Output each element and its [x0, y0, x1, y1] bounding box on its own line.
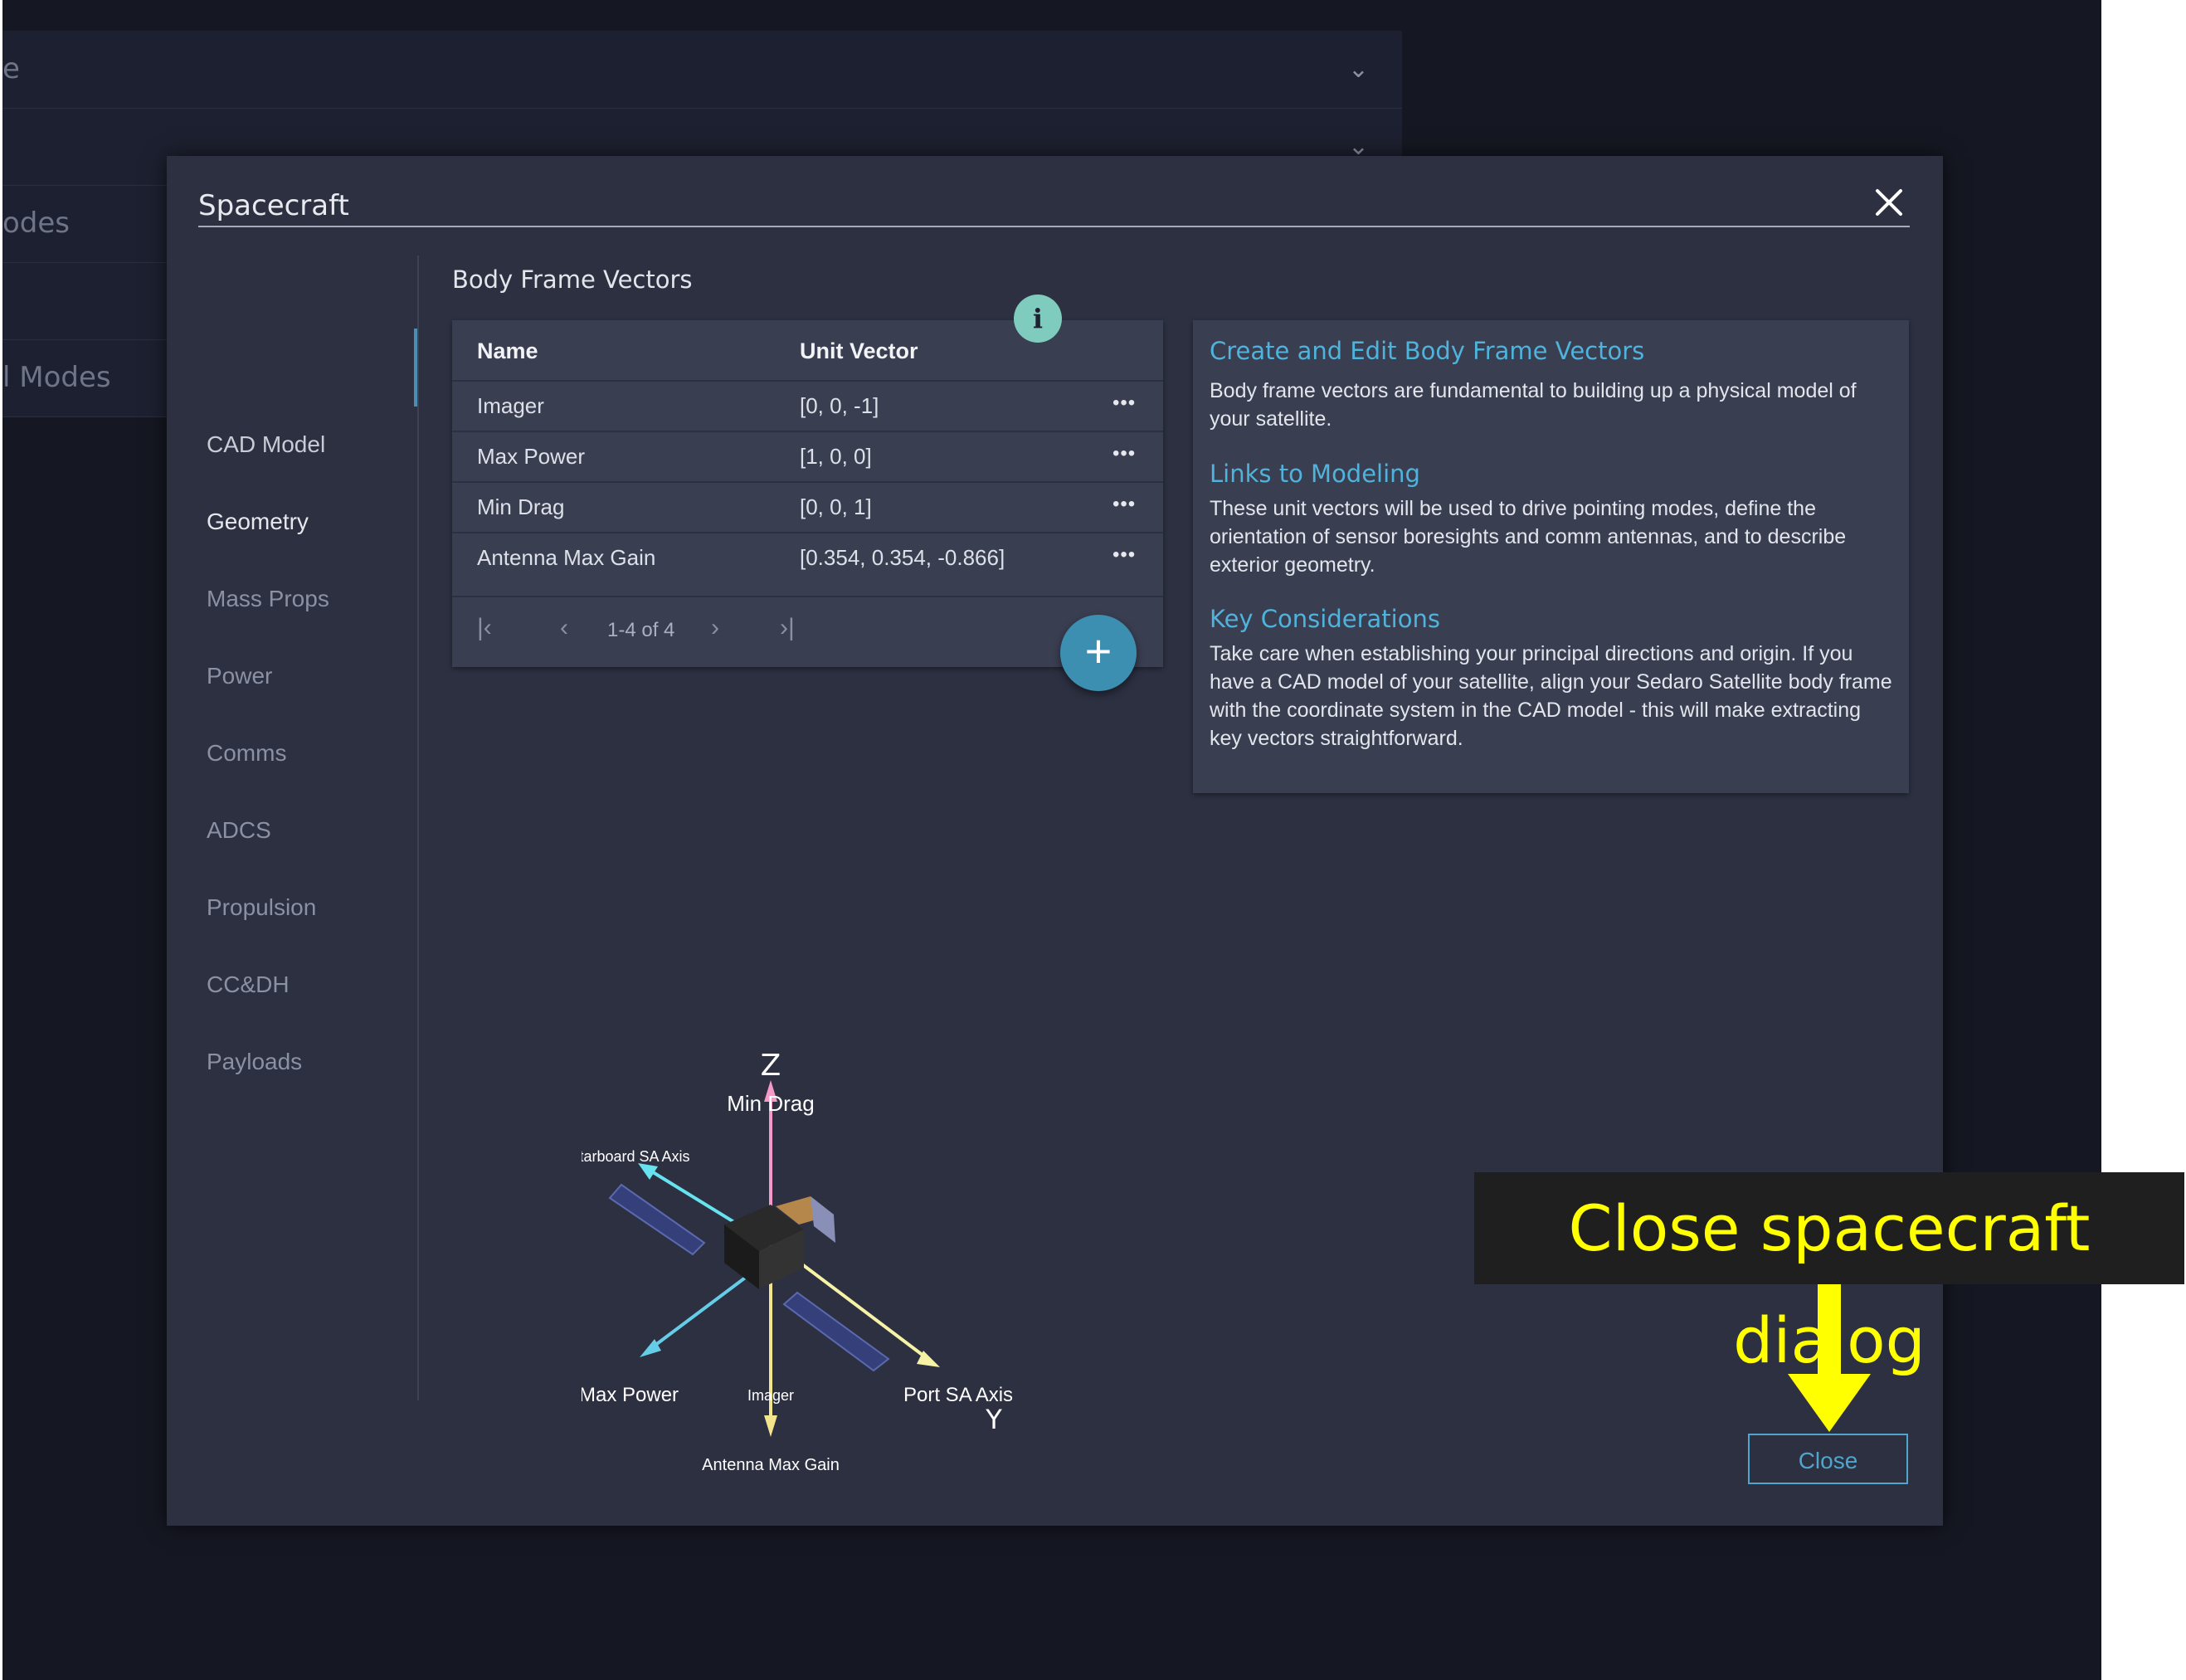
- sidebar-item-ccdh[interactable]: CC&DH: [207, 971, 290, 998]
- nav-divider: [417, 256, 419, 1400]
- background-row[interactable]: e ⌄: [2, 31, 1402, 109]
- table-row[interactable]: Imager [0, 0, -1] •••: [452, 380, 1163, 432]
- section-title: Body Frame Vectors: [452, 265, 693, 294]
- min-drag-label: Min Drag: [727, 1091, 814, 1116]
- body-frame-diagram: Z Min Drag Starboard SA Axis Max Power X…: [582, 1049, 1013, 1474]
- more-options-icon[interactable]: •••: [1112, 392, 1136, 415]
- row-name: Imager: [477, 393, 544, 418]
- antenna-max-gain-label: Antenna Max Gain: [702, 1456, 840, 1474]
- spacecraft-dialog: Spacecraft CAD Model Geometry Mass Props…: [167, 156, 1943, 1526]
- more-options-icon[interactable]: •••: [1112, 493, 1136, 516]
- row-vector: [0, 0, -1]: [800, 393, 879, 418]
- info-card: Create and Edit Body Frame Vectors Body …: [1193, 320, 1909, 793]
- sidebar-item-payloads[interactable]: Payloads: [207, 1049, 302, 1075]
- background-row-label: e: [2, 52, 20, 85]
- sidebar-item-adcs[interactable]: ADCS: [207, 817, 271, 844]
- row-vector: [1, 0, 0]: [800, 444, 872, 469]
- sidebar-item-cad-model[interactable]: CAD Model: [207, 431, 325, 458]
- row-name: Max Power: [477, 444, 586, 469]
- annotation-arrow-icon: [1788, 1284, 1871, 1432]
- row-name: Min Drag: [477, 494, 565, 519]
- table-row[interactable]: Antenna Max Gain [0.354, 0.354, -0.866] …: [452, 532, 1163, 584]
- body-frame-vectors-table: Name Unit Vector Imager [0, 0, -1] ••• M…: [452, 320, 1163, 667]
- more-options-icon[interactable]: •••: [1112, 543, 1136, 567]
- first-page-icon[interactable]: |‹: [477, 614, 492, 642]
- sidebar-item-propulsion[interactable]: Propulsion: [207, 894, 316, 921]
- table-row[interactable]: Max Power [1, 0, 0] •••: [452, 431, 1163, 483]
- axis-z-label: Z: [761, 1049, 781, 1083]
- close-icon[interactable]: [1871, 184, 1907, 221]
- pagination-label: 1-4 of 4: [607, 619, 675, 641]
- row-vector: [0, 0, 1]: [800, 494, 872, 519]
- sidebar-item-comms[interactable]: Comms: [207, 740, 286, 767]
- info-text: These unit vectors will be used to drive…: [1210, 497, 1847, 577]
- next-page-icon[interactable]: ›: [711, 614, 719, 642]
- info-text: Body frame vectors are fundamental to bu…: [1210, 379, 1857, 431]
- sidebar-nav: CAD Model Geometry Mass Props Power Comm…: [167, 256, 417, 1400]
- info-heading: Links to Modeling: [1210, 460, 1420, 488]
- starboard-sa-axis-label: Starboard SA Axis: [582, 1148, 690, 1165]
- close-button[interactable]: Close: [1748, 1434, 1908, 1484]
- info-text: Take care when establishing your princip…: [1210, 642, 1892, 750]
- dialog-title: Spacecraft: [198, 189, 349, 222]
- row-name: Antenna Max Gain: [477, 545, 656, 570]
- sidebar-item-power[interactable]: Power: [207, 663, 272, 689]
- background-row-label: l Modes: [2, 361, 111, 394]
- row-vector: [0.354, 0.354, -0.866]: [800, 545, 1005, 570]
- column-header-name[interactable]: Name: [477, 338, 538, 364]
- port-sa-axis-label: Port SA Axis: [903, 1384, 1013, 1406]
- axis-y-label: Y: [985, 1404, 1002, 1435]
- last-page-icon[interactable]: ›|: [780, 614, 795, 642]
- pagination: |‹ ‹ 1-4 of 4 › ›|: [452, 596, 1163, 669]
- prev-page-icon[interactable]: ‹: [560, 614, 568, 642]
- max-power-label: Max Power: [582, 1384, 679, 1406]
- info-heading: Create and Edit Body Frame Vectors: [1210, 337, 1645, 365]
- background-row-label: odes: [2, 207, 71, 240]
- title-divider: [198, 226, 1910, 227]
- annotation-box: Close spacecraft dialog: [1474, 1172, 2184, 1377]
- info-icon[interactable]: i: [1014, 295, 1062, 343]
- imager-label: Imager: [747, 1387, 794, 1404]
- annotation-text: Close spacecraft dialog: [1568, 1191, 2091, 1377]
- sidebar-item-geometry[interactable]: Geometry: [207, 509, 309, 535]
- table-row[interactable]: Min Drag [0, 0, 1] •••: [452, 481, 1163, 533]
- more-options-icon[interactable]: •••: [1112, 442, 1136, 465]
- info-heading: Key Considerations: [1210, 605, 1440, 633]
- chevron-down-icon[interactable]: ⌄: [1348, 31, 1369, 108]
- sidebar-item-mass-props[interactable]: Mass Props: [207, 586, 329, 612]
- add-vector-button[interactable]: +: [1060, 615, 1137, 691]
- column-header-unit-vector[interactable]: Unit Vector: [800, 338, 918, 364]
